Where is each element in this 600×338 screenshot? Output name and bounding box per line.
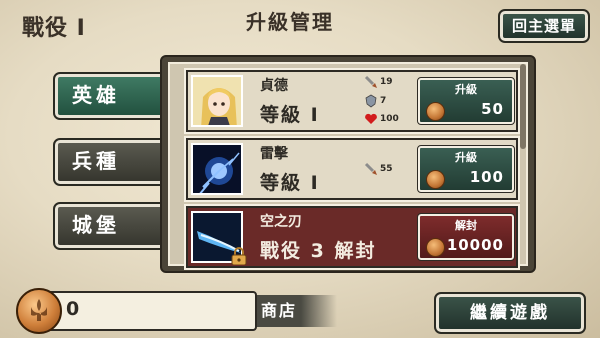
unit-level: 等級 I [260,104,320,126]
upgrade-price: 50 [481,100,504,118]
attack-stat: 55 [364,162,393,176]
unit-level: 等級 I [260,172,320,194]
upgrade-price: 100 [469,168,504,186]
upgrade-label: 升級 [455,83,477,96]
coin-icon [426,170,445,189]
tab-castle[interactable]: 城堡 [53,202,169,250]
unlock-button[interactable]: 解封 10000 [417,213,515,261]
attack-stat: 19 [364,75,393,89]
hp-value: 100 [380,114,399,124]
list-item-lightning[interactable]: 雷擊 等級 I 55 升級 100 [184,136,520,202]
unlock-requirement: 戰役 3 解封 [260,240,377,262]
unit-name: 貞德 [260,78,288,94]
back-to-main-menu-button[interactable]: 回主選單 [498,9,590,43]
unit-name: 空之刃 [260,214,302,230]
list-item-sky-blade[interactable]: 空之刃 戰役 3 解封 解封 10000 [184,204,520,270]
tab-heroes[interactable]: 英雄 [53,72,169,120]
shield-icon [365,94,377,108]
coin-icon [426,102,445,121]
tab-troops[interactable]: 兵種 [53,138,169,186]
attack-value: 19 [380,77,393,87]
continue-game-button[interactable]: 繼續遊戲 [434,292,586,334]
unit-name: 雷擊 [260,146,288,162]
lightning-orb-icon [191,143,243,195]
sword-icon [364,162,377,175]
upgrade-label: 升級 [455,151,477,164]
lock-icon [231,247,247,266]
upgrade-button[interactable]: 升級 50 [417,77,515,125]
list-item-joan[interactable]: 貞德 等級 I 19 7 100 升級 50 [184,68,520,134]
unlock-price: 10000 [446,236,504,254]
list-scrollbar[interactable] [520,64,526,149]
page-title: 升級管理 [246,10,334,34]
coin-icon [426,238,445,257]
shop-button[interactable]: 商店 [257,295,337,327]
gold-amount: 0 [66,298,80,320]
defense-value: 7 [380,96,387,106]
unlock-label: 解封 [455,219,477,232]
sword-icon [364,75,377,88]
gold-coin-icon [16,288,62,334]
defense-stat: 7 [364,94,386,108]
upgrade-button[interactable]: 升級 100 [417,145,515,193]
heroine-portrait [191,75,243,127]
attack-value: 55 [380,164,393,174]
hp-stat: 100 [364,112,399,126]
battle-label: 戰役 I [22,16,86,41]
heart-icon [365,113,377,124]
